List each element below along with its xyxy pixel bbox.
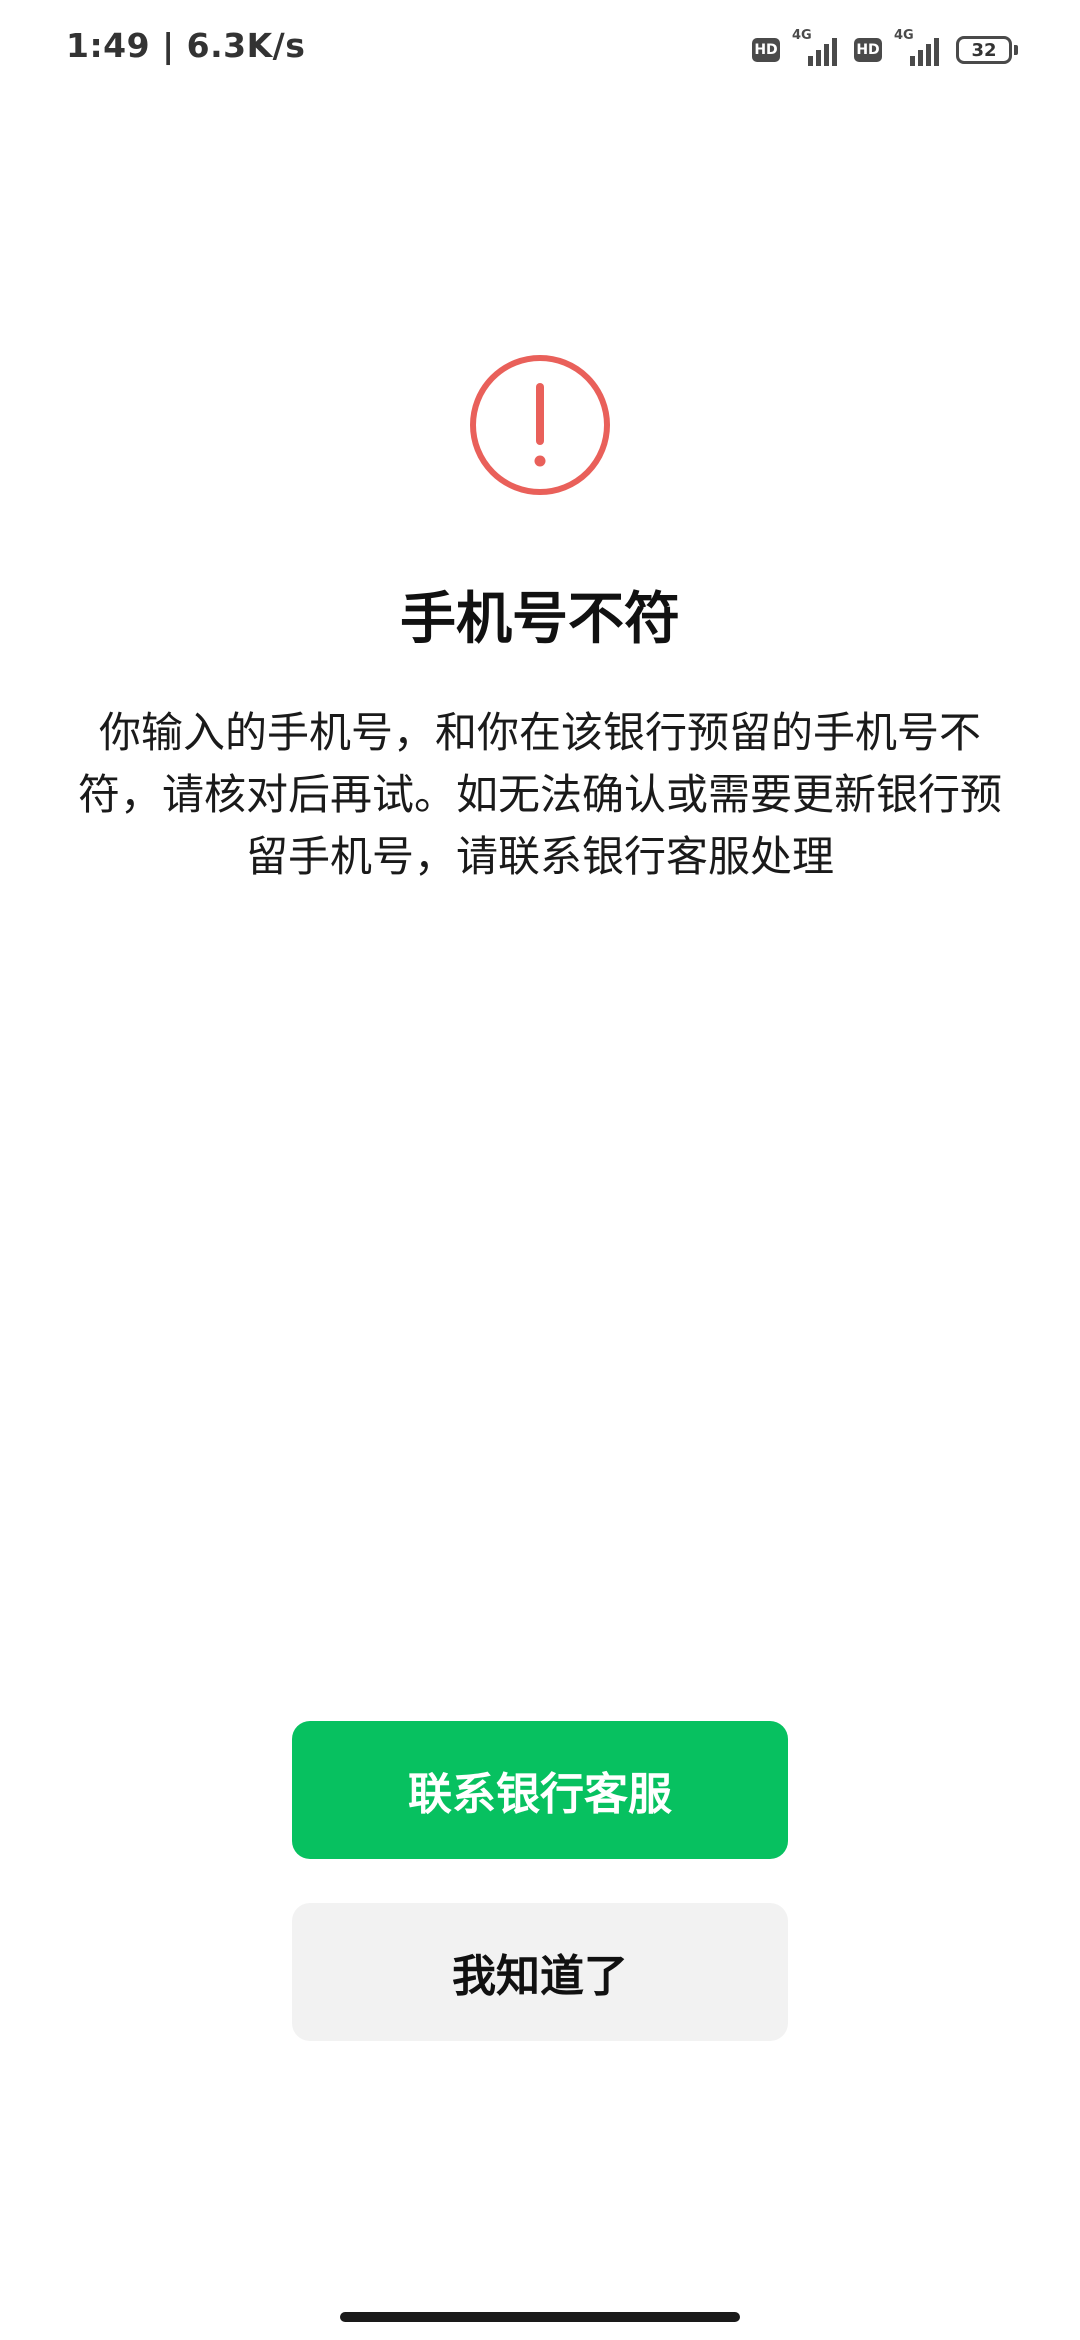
contact-bank-button[interactable]: 联系银行客服 (292, 1721, 788, 1859)
dialog-message: 你输入的手机号，和你在该银行预留的手机号不符，请核对后再试。如无法确认或需要更新… (77, 708, 1002, 881)
battery-icon: 32 (956, 36, 1018, 64)
time-and-speed: 1:49 | 6.3K/s (66, 26, 306, 65)
signal-icon-sim2: 4G (894, 28, 944, 70)
acknowledge-button[interactable]: 我知道了 (292, 1903, 788, 2041)
signal-icon-sim1: 4G (792, 28, 842, 70)
exclamation-circle-icon (468, 353, 612, 497)
hd-badge-sim2: HD (854, 38, 882, 62)
dialog-title: 手机号不符 (400, 587, 680, 652)
home-indicator[interactable] (340, 2312, 740, 2322)
battery-level: 32 (956, 36, 1012, 64)
status-icons: HD 4G HD 4G 32 (752, 28, 1018, 70)
status-bar: 1:49 | 6.3K/s HD 4G HD 4G 32 (0, 0, 1080, 100)
hd-badge-sim1: HD (752, 38, 780, 62)
